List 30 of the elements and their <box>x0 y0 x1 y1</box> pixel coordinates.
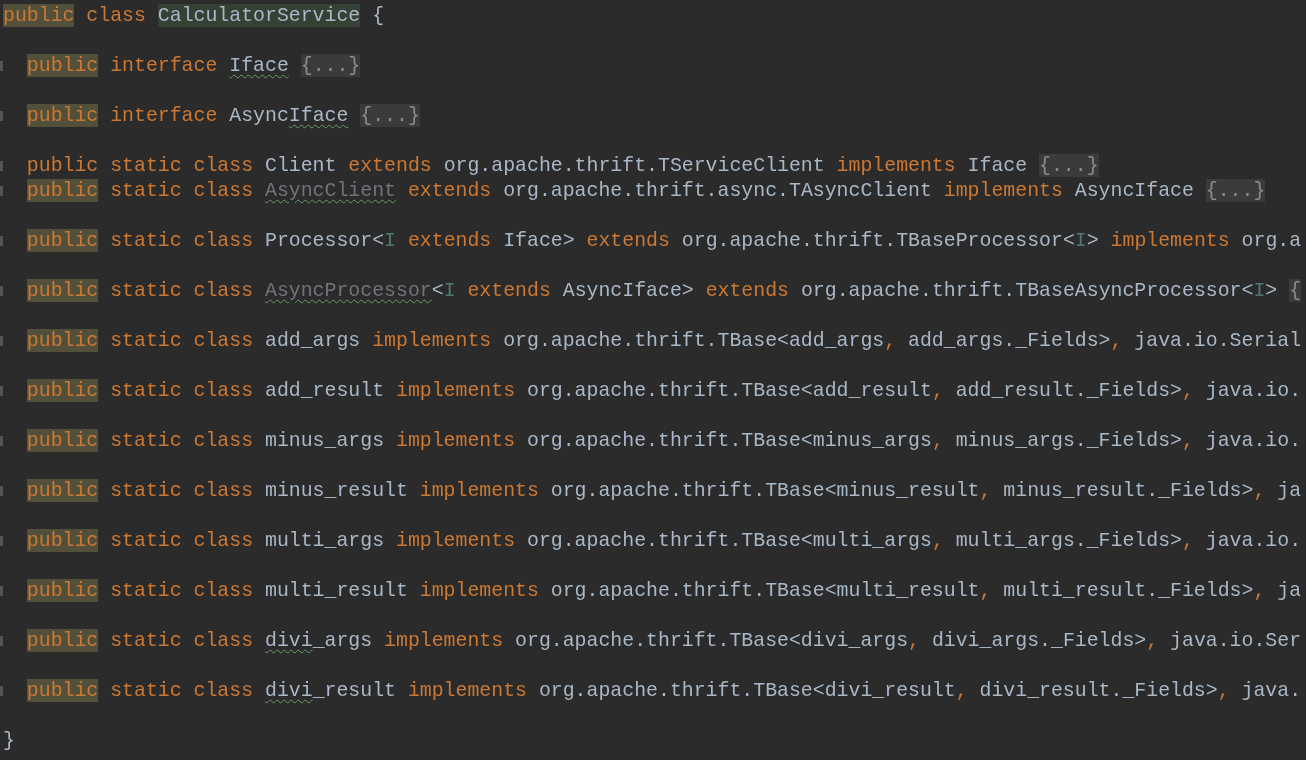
code-line: public static class multi_args implements org.apache.thrift.TBase<multi_args, multi_args._Fields>, java.io. <box>25 528 1302 553</box>
fold-marker-icon[interactable] <box>0 435 3 446</box>
code-line: public static class AsyncProcessor<I extends AsyncIface> extends org.apache.thrift.TBaseAsyncProcessor<I> { <box>25 278 1302 303</box>
fold-marker-icon[interactable] <box>0 160 3 171</box>
fold-marker-icon[interactable] <box>0 385 3 396</box>
code-line: } <box>3 728 15 753</box>
code-line: public static class AsyncClient extends org.apache.thrift.async.TAsyncClient implements AsyncIface {...} <box>25 178 1266 203</box>
code-line: public static class multi_result implements org.apache.thrift.TBase<multi_result, multi_result._Fields>, ja <box>25 578 1302 603</box>
fold-marker-icon[interactable] <box>0 285 3 296</box>
code-line: public static class Processor<I extends Iface> extends org.apache.thrift.TBaseProcessor<I> implements org.a <box>25 228 1302 253</box>
code-line: public static class add_args implements org.apache.thrift.TBase<add_args, add_args._Fields>, java.io.Serial <box>25 328 1302 353</box>
fold-marker-icon[interactable] <box>0 485 3 496</box>
code-line: public static class divi_args implements org.apache.thrift.TBase<divi_args, divi_args._Fields>, java.io.Ser <box>25 628 1302 653</box>
code-line: public static class Client extends org.apache.thrift.TServiceClient implements Iface {...} <box>25 153 1099 178</box>
fold-marker-icon[interactable] <box>0 235 3 246</box>
code-line: public static class divi_result implements org.apache.thrift.TBase<divi_result, divi_result._Fields>, java. <box>25 678 1302 703</box>
code-line: public static class minus_result implements org.apache.thrift.TBase<minus_result, minus_result._Fields>, ja <box>25 478 1302 503</box>
fold-marker-icon[interactable] <box>0 535 3 546</box>
code-line: public static class minus_args implements org.apache.thrift.TBase<minus_args, minus_args._Fields>, java.io. <box>25 428 1302 453</box>
fold-marker-icon[interactable] <box>0 110 3 121</box>
code-line: public interface Iface {...} <box>25 53 361 78</box>
code-line: public class CalculatorService { <box>3 3 385 28</box>
fold-marker-icon[interactable] <box>0 635 3 646</box>
code-line: public static class add_result implements org.apache.thrift.TBase<add_result, add_result._Fields>, java.io. <box>25 378 1302 403</box>
fold-marker-icon[interactable] <box>0 60 3 71</box>
code-line: public interface AsyncIface {...} <box>25 103 420 128</box>
fold-marker-icon[interactable] <box>0 335 3 346</box>
fold-marker-icon[interactable] <box>0 585 3 596</box>
fold-marker-icon[interactable] <box>0 685 3 696</box>
fold-marker-icon[interactable] <box>0 185 3 196</box>
